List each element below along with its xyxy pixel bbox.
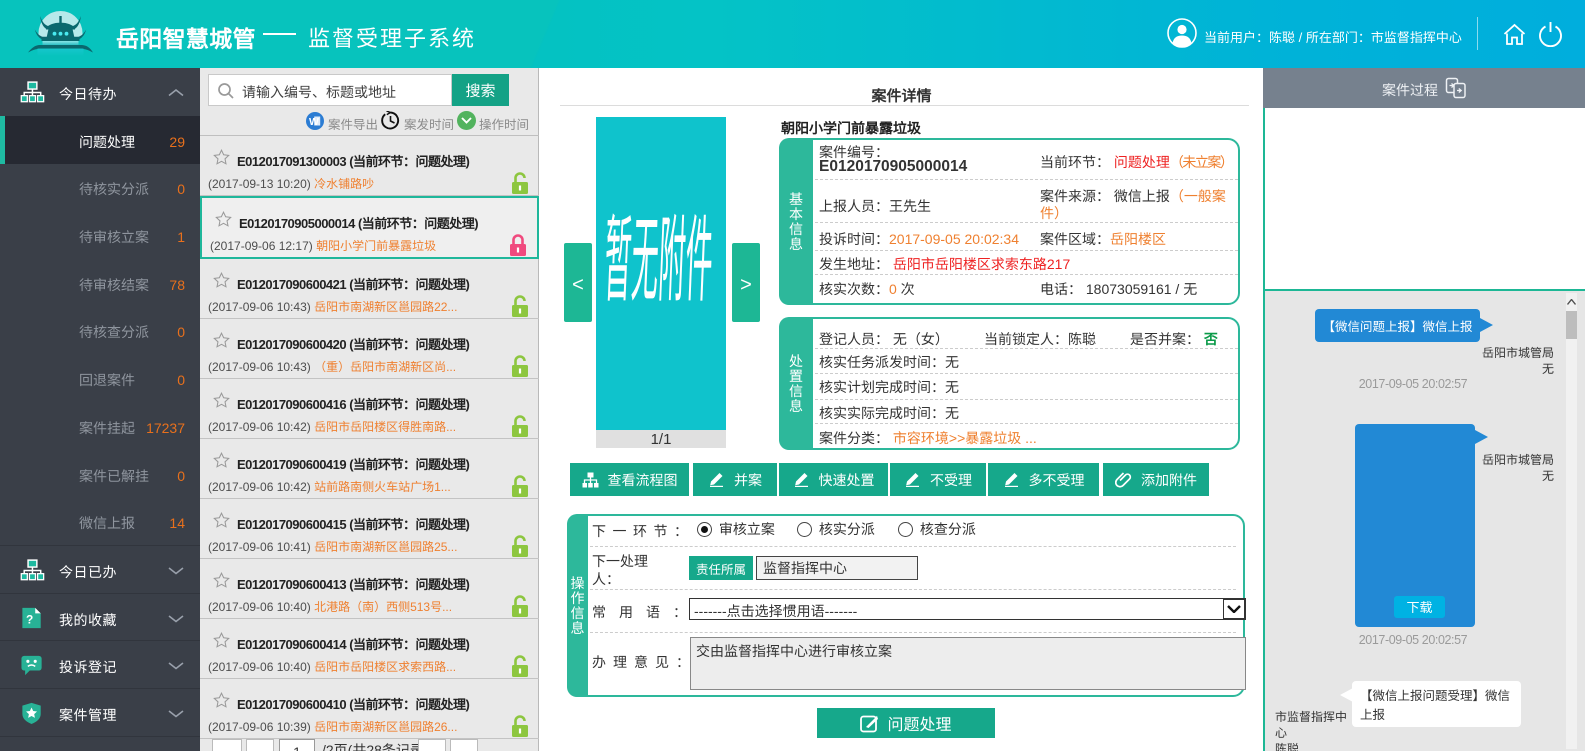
svg-text:?: ? bbox=[26, 613, 33, 627]
svg-text:W: W bbox=[309, 116, 319, 128]
